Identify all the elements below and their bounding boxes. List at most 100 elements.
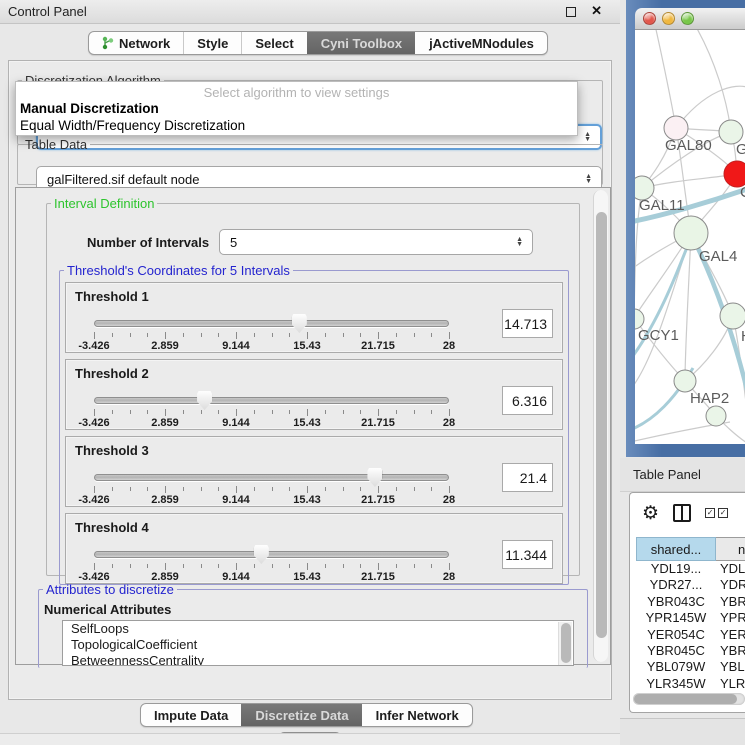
threshold-slider[interactable]: -3.4262.8599.14415.4321.71528: [94, 313, 449, 351]
bottom-tab-infer-network[interactable]: Infer Network: [362, 704, 472, 726]
table-row[interactable]: YBR045CYBR0: [636, 643, 745, 659]
tab-cyni-toolbox[interactable]: Cyni Toolbox: [307, 32, 415, 54]
close-icon[interactable]: ✕: [591, 3, 602, 19]
column-header[interactable]: n: [716, 537, 745, 561]
table-cell[interactable]: YER054C: [636, 627, 716, 643]
table-cell[interactable]: YLR345W: [636, 676, 716, 690]
tick-label: 15.43: [293, 417, 321, 429]
threshold-label: Threshold 2: [75, 366, 149, 381]
slider-handle[interactable]: [367, 468, 382, 487]
table-cell[interactable]: YDR2: [716, 577, 745, 593]
threshold-value-field[interactable]: 11.344: [502, 540, 553, 569]
algorithm-dropdown-popup: Select algorithm to view settings Manual…: [15, 81, 578, 136]
bottom-tab-impute-data[interactable]: Impute Data: [141, 704, 241, 726]
table-horizontal-scrollbar[interactable]: [633, 693, 745, 705]
threshold-slider[interactable]: -3.4262.8599.14415.4321.71528: [94, 544, 449, 582]
tab-label: Infer Network: [376, 708, 459, 723]
network-node-gcy1[interactable]: [635, 309, 644, 329]
network-node-h[interactable]: [720, 303, 745, 329]
network-window-titlebar[interactable]: [635, 8, 745, 30]
table-cell[interactable]: YBR045C: [636, 643, 716, 659]
table-panel-footer: [620, 718, 745, 745]
table-cell[interactable]: YLR3: [716, 676, 745, 690]
tab-network[interactable]: Network: [89, 32, 183, 54]
close-traffic-light-icon[interactable]: [643, 12, 656, 25]
column-header[interactable]: shared...: [636, 537, 716, 561]
tick-label: 21.715: [361, 494, 395, 506]
table-cell[interactable]: YBL079W: [636, 659, 716, 675]
dropdown-option[interactable]: Manual Discretization: [16, 100, 577, 117]
tick-label: -3.426: [78, 340, 109, 352]
slider-ticks: [94, 332, 449, 340]
table-cell[interactable]: YBL0: [716, 659, 745, 675]
table-row[interactable]: YLR345WYLR3: [636, 676, 745, 690]
threshold-value-field[interactable]: 6.316: [502, 386, 553, 415]
slider-tick-labels: -3.4262.8599.14415.4321.71528: [94, 340, 449, 352]
tab-jactivemnodules[interactable]: jActiveMNodules: [415, 32, 547, 54]
number-of-intervals-combobox[interactable]: 5 ▲▼: [219, 229, 533, 255]
columns-icon[interactable]: [673, 504, 691, 522]
gear-icon[interactable]: ⚙: [642, 504, 659, 523]
control-panel-tabs: Network Style Select Cyni Toolbox jActiveMNo…: [88, 31, 548, 55]
table-row[interactable]: YBL079WYBL0: [636, 659, 745, 675]
tab-select[interactable]: Select: [241, 32, 306, 54]
slider-handle[interactable]: [254, 545, 269, 564]
settings-vertical-scrollbar[interactable]: [593, 190, 608, 662]
slider-ticks: [94, 486, 449, 494]
table-row[interactable]: YPR145WYPR1: [636, 610, 745, 626]
network-graph: GAL80GCGAL11GAL4GCY1HHAP2: [635, 30, 745, 444]
minimize-traffic-light-icon[interactable]: [662, 12, 675, 25]
tick-label: 21.715: [361, 340, 395, 352]
attribute-list-item[interactable]: TopologicalCoefficient: [63, 637, 573, 653]
network-node-gal4[interactable]: [674, 216, 708, 250]
tab-label: Network: [119, 36, 170, 51]
network-node[interactable]: [706, 406, 726, 426]
attributes-list-scrollbar[interactable]: [558, 622, 572, 665]
tab-label: jActiveMNodules: [429, 36, 534, 51]
attribute-list-item[interactable]: SelfLoops: [63, 621, 573, 637]
threshold-panel: Threshold 1 -3.4262.8599.14415.4321.71528…: [65, 282, 563, 353]
slider-tick-labels: -3.4262.8599.14415.4321.71528: [94, 417, 449, 429]
table-panel-title: Table Panel: [633, 467, 701, 482]
tick-label: 28: [443, 417, 455, 429]
dropdown-option[interactable]: Equal Width/Frequency Discretization: [16, 117, 577, 134]
slider-handle[interactable]: [292, 314, 307, 333]
numerical-attributes-list[interactable]: SelfLoopsTopologicalCoefficientBetweenne…: [62, 620, 574, 666]
tab-style[interactable]: Style: [183, 32, 241, 54]
table-cell[interactable]: YDR27...: [636, 577, 716, 593]
network-node-hap2[interactable]: [674, 370, 696, 392]
algorithm-placeholder-option[interactable]: Select algorithm to view settings: [16, 82, 577, 100]
table-row[interactable]: YER054CYER0: [636, 627, 745, 643]
attribute-list-item[interactable]: BetweennessCentrality: [63, 653, 573, 666]
bottom-tab-discretize-data[interactable]: Discretize Data: [241, 704, 361, 726]
table-cell[interactable]: YPR145W: [636, 610, 716, 626]
table-row[interactable]: YBR043CYBR0: [636, 594, 745, 610]
threshold-value-field[interactable]: 21.4: [502, 463, 553, 492]
table-cell[interactable]: YDL19...: [636, 561, 716, 577]
cyni-toolbox-panel: Discretization Algorithm ▲▼ Table Data g…: [8, 60, 612, 700]
slider-track: [94, 320, 449, 327]
select-columns-icon[interactable]: ✓✓: [705, 508, 728, 518]
table-cell[interactable]: YBR0: [716, 594, 745, 610]
slider-ticks: [94, 409, 449, 417]
threshold-slider[interactable]: -3.4262.8599.14415.4321.71528: [94, 390, 449, 428]
table-cell[interactable]: YER0: [716, 627, 745, 643]
float-window-icon[interactable]: [566, 7, 576, 17]
numerical-attributes-label: Numerical Attributes: [44, 602, 171, 617]
tab-label: Select: [255, 36, 293, 51]
threshold-label: Threshold 1: [75, 289, 149, 304]
attributes-group-title: Attributes to discretize: [43, 582, 177, 597]
threshold-value-field[interactable]: 14.713: [502, 309, 553, 338]
table-cell[interactable]: YDL1: [716, 561, 745, 577]
threshold-slider[interactable]: -3.4262.8599.14415.4321.71528: [94, 467, 449, 505]
table-cell[interactable]: YPR1: [716, 610, 745, 626]
table-row[interactable]: YDL19...YDL1: [636, 561, 745, 577]
node-table[interactable]: shared...n YDL19...YDL1YDR27...YDR2YBR04…: [636, 537, 745, 690]
network-canvas[interactable]: GAL80GCGAL11GAL4GCY1HHAP2: [635, 30, 745, 444]
table-cell[interactable]: YBR043C: [636, 594, 716, 610]
table-row[interactable]: YDR27...YDR2: [636, 577, 745, 593]
zoom-traffic-light-icon[interactable]: [681, 12, 694, 25]
table-data-combobox-value: galFiltered.sif default node: [47, 172, 199, 187]
slider-handle[interactable]: [197, 391, 212, 410]
table-cell[interactable]: YBR0: [716, 643, 745, 659]
